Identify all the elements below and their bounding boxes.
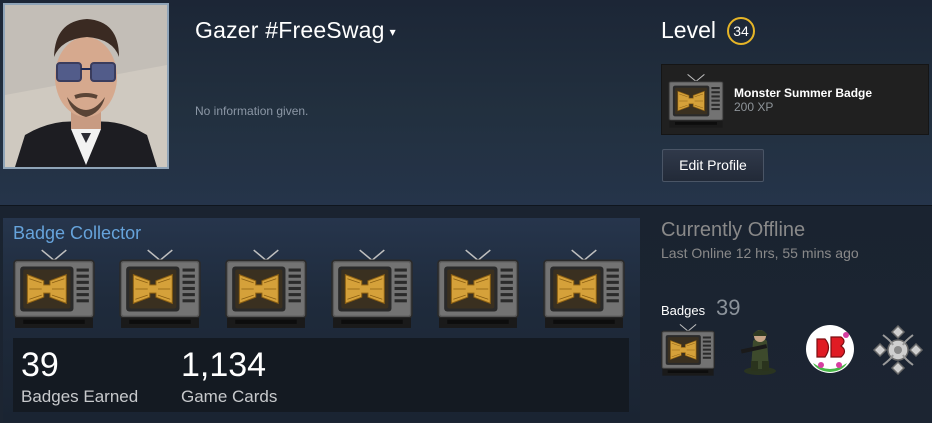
avatar[interactable] [3, 3, 169, 169]
showcase-stats: 39 Badges Earned 1,134 Game Cards [13, 338, 629, 412]
online-status: Currently Offline [661, 219, 806, 241]
last-online: Last Online 12 hrs, 55 mins ago [661, 245, 859, 261]
tv-badge-icon[interactable] [437, 248, 519, 330]
level-badge[interactable]: 34 [727, 17, 755, 45]
badges-earned-value: 39 [21, 346, 59, 384]
badges-earned-label: Badges Earned [21, 387, 139, 406]
favorite-badge-name: Monster Summer Badge [734, 86, 873, 100]
gamepad-badge-icon[interactable] [871, 323, 925, 377]
badge-collector-showcase: Badge Collector 39 Badges Earned 1,134 G… [3, 218, 640, 422]
game-cards-label: Game Cards [181, 387, 278, 406]
persona-name[interactable]: Gazer #FreeSwag ▾ [195, 17, 396, 44]
avatar-image [5, 5, 167, 167]
tv-badge-icon[interactable] [661, 323, 715, 377]
profile-summary: No information given. [195, 104, 309, 118]
game-cards-value: 1,134 [181, 346, 267, 384]
persona-name-text: Gazer #FreeSwag [195, 17, 385, 43]
badges-link[interactable]: Badges [661, 303, 705, 318]
db-badge-icon[interactable] [803, 323, 857, 377]
tv-badge-icon[interactable] [119, 248, 201, 330]
level-label: Level [661, 17, 716, 43]
badges-count[interactable]: 39 [716, 295, 740, 321]
soldier-badge-icon[interactable] [733, 323, 787, 377]
chevron-down-icon[interactable]: ▾ [390, 25, 396, 39]
showcase-title: Badge Collector [13, 223, 142, 243]
tv-badge-icon [668, 72, 724, 130]
edit-profile-button[interactable]: Edit Profile [662, 149, 764, 182]
tv-badge-icon[interactable] [331, 248, 413, 330]
favorite-badge-xp: 200 XP [734, 100, 774, 114]
tv-badge-icon[interactable] [225, 248, 307, 330]
tv-badge-icon[interactable] [543, 248, 625, 330]
favorite-badge[interactable]: Monster Summer Badge 200 XP [661, 64, 929, 135]
tv-badge-icon[interactable] [13, 248, 95, 330]
